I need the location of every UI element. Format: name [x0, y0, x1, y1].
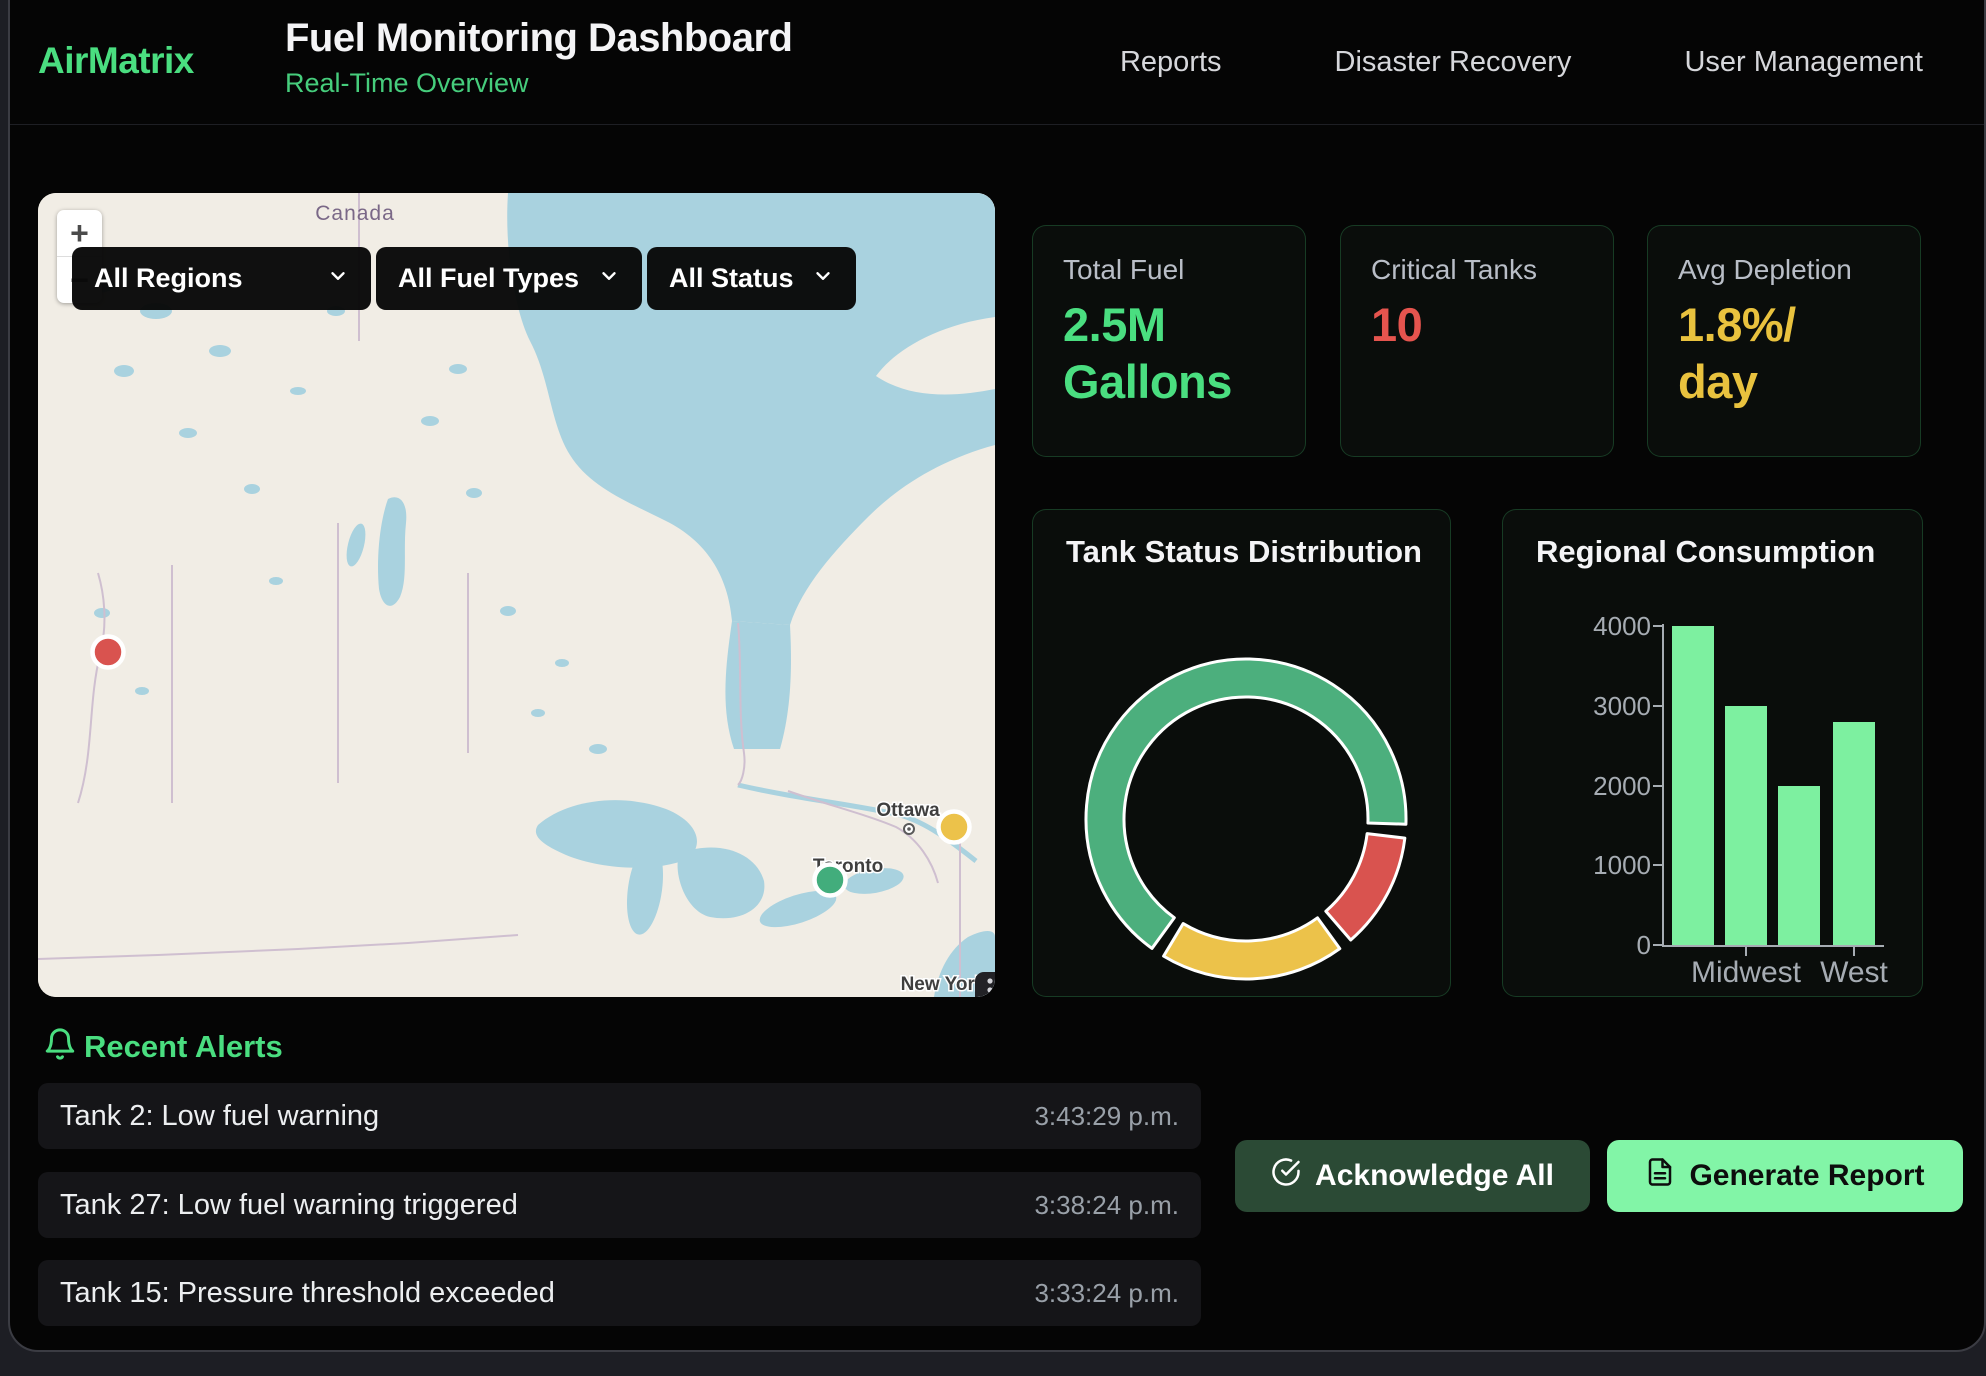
page-subtitle: Real-Time Overview	[285, 68, 529, 99]
bar-west	[1833, 722, 1875, 945]
filter-status-value: All Status	[669, 263, 794, 294]
filter-fuel-types-value: All Fuel Types	[398, 263, 579, 294]
filter-regions-value: All Regions	[94, 263, 243, 294]
alert-time: 3:33:24 p.m.	[1034, 1278, 1179, 1309]
alerts-heading: Recent Alerts	[84, 1029, 283, 1065]
ottawa-city-dot-center	[907, 827, 911, 831]
donut-segment-critical	[1326, 834, 1405, 940]
x-tick-mark	[1745, 947, 1747, 956]
bar-midwest	[1725, 706, 1767, 945]
file-text-icon	[1645, 1157, 1675, 1195]
stat-label: Total Fuel	[1063, 254, 1275, 286]
y-tick-mark	[1653, 705, 1662, 707]
alert-text: Tank 2: Low fuel warning	[60, 1100, 379, 1133]
stat-value: 2.5M Gallons	[1063, 296, 1275, 411]
chevron-down-icon	[309, 263, 349, 294]
alert-text: Tank 27: Low fuel warning triggered	[60, 1189, 518, 1222]
stat-card-avg-depletion: Avg Depletion 1.8%/ day	[1647, 225, 1921, 457]
x-tick-label: West	[1774, 956, 1934, 990]
y-tick-label: 3000	[1543, 691, 1651, 721]
filter-regions-select[interactable]: All Regions	[72, 247, 371, 310]
acknowledge-all-label: Acknowledge All	[1315, 1159, 1554, 1193]
header-divider	[10, 124, 1984, 125]
map-label-ottawa: Ottawa	[876, 800, 940, 821]
alert-time: 3:43:29 p.m.	[1034, 1101, 1179, 1132]
brand-logo[interactable]: AirMatrix	[38, 40, 194, 82]
stat-value: 1.8%/ day	[1678, 296, 1890, 411]
nav-disaster-recovery[interactable]: Disaster Recovery	[1335, 46, 1572, 79]
nav-user-management[interactable]: User Management	[1684, 46, 1923, 79]
acknowledge-all-button[interactable]: Acknowledge All	[1235, 1140, 1590, 1212]
bar-series-2	[1778, 786, 1820, 946]
map-filters: All Regions All Fuel Types All Status	[72, 247, 856, 310]
stat-label: Critical Tanks	[1371, 254, 1583, 286]
y-tick-label: 0	[1543, 930, 1651, 960]
stat-card-total-fuel: Total Fuel 2.5M Gallons	[1032, 225, 1306, 457]
alert-row[interactable]: Tank 27: Low fuel warning triggered 3:38…	[38, 1172, 1201, 1238]
map-label-new-york: New York	[901, 974, 986, 995]
filter-fuel-types-select[interactable]: All Fuel Types	[376, 247, 642, 310]
y-tick-label: 2000	[1543, 771, 1651, 801]
stat-value-line: 2.5M	[1063, 296, 1275, 353]
y-tick-label: 4000	[1543, 611, 1651, 641]
stat-label: Avg Depletion	[1678, 254, 1890, 286]
alert-text: Tank 15: Pressure threshold exceeded	[60, 1277, 555, 1310]
alert-row[interactable]: Tank 15: Pressure threshold exceeded 3:3…	[38, 1260, 1201, 1326]
stat-value: 10	[1371, 296, 1583, 353]
filter-status-select[interactable]: All Status	[647, 247, 856, 310]
x-axis-line	[1662, 945, 1884, 947]
stat-value-line: 10	[1371, 296, 1583, 353]
y-tick-mark	[1653, 864, 1662, 866]
generate-report-button[interactable]: Generate Report	[1607, 1140, 1963, 1212]
regional-consumption-chart-card: Regional Consumption 01000200030004000Mi…	[1502, 509, 1923, 997]
tank-status-chart-card: Tank Status Distribution	[1032, 509, 1451, 997]
donut-chart	[1070, 643, 1422, 995]
page-title: Fuel Monitoring Dashboard	[285, 14, 792, 62]
chevron-down-icon	[580, 263, 620, 294]
bar-chart: 01000200030004000MidwestWest	[1503, 510, 1924, 998]
y-tick-label: 1000	[1543, 850, 1651, 880]
stat-value-line: Gallons	[1063, 353, 1275, 410]
y-tick-mark	[1653, 944, 1662, 946]
nav-reports[interactable]: Reports	[1120, 46, 1222, 79]
chart-title: Tank Status Distribution	[1066, 534, 1422, 570]
stat-card-critical-tanks: Critical Tanks 10	[1340, 225, 1614, 457]
stat-value-line: 1.8%/	[1678, 296, 1890, 353]
x-tick-mark	[1853, 947, 1855, 956]
bell-icon	[43, 1027, 77, 1066]
check-circle-icon	[1271, 1157, 1301, 1195]
main-nav: Reports Disaster Recovery User Managemen…	[1120, 0, 1923, 124]
alert-time: 3:38:24 p.m.	[1034, 1190, 1179, 1221]
donut-segment-warning	[1164, 918, 1340, 979]
grip-dots-icon	[984, 976, 995, 998]
map-canvas: Canada Ottawa Toronto New York	[38, 193, 995, 997]
map[interactable]: Canada Ottawa Toronto New York + − All R…	[38, 193, 995, 997]
bar-series-0	[1672, 626, 1714, 945]
chevron-down-icon	[794, 263, 834, 294]
y-tick-mark	[1653, 785, 1662, 787]
map-marker-critical[interactable]	[93, 637, 124, 668]
y-axis-line	[1662, 624, 1664, 947]
map-label-canada: Canada	[315, 202, 395, 225]
stat-value-line: day	[1678, 353, 1890, 410]
map-marker-normal[interactable]	[815, 865, 846, 896]
drag-handle[interactable]	[975, 972, 995, 997]
alert-row[interactable]: Tank 2: Low fuel warning 3:43:29 p.m.	[38, 1083, 1201, 1149]
map-marker-warning[interactable]	[939, 812, 970, 843]
y-tick-mark	[1653, 625, 1662, 627]
generate-report-label: Generate Report	[1689, 1159, 1924, 1193]
